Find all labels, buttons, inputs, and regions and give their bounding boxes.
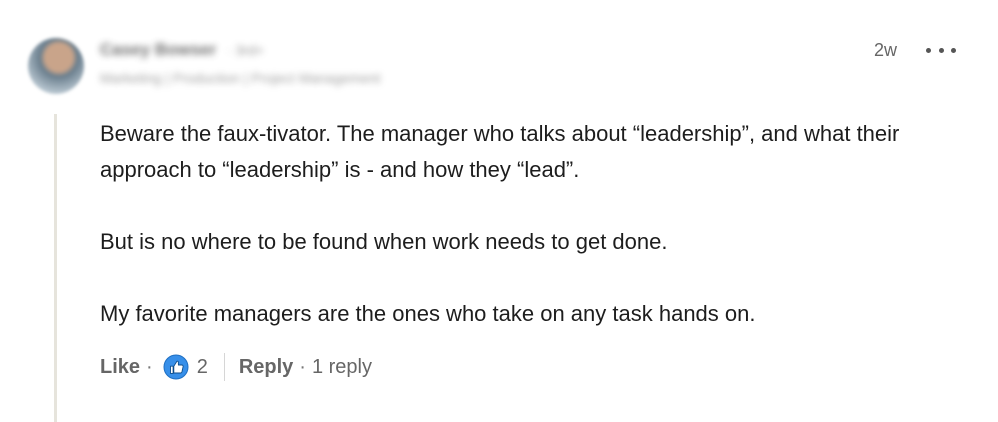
reply-button[interactable]: Reply [239,356,293,379]
separator: · [146,355,153,378]
comment-body: Beware the faux-tivator. The manager who… [100,116,980,332]
comment-paragraph: Beware the faux-tivator. The manager who… [100,121,900,182]
more-horizontal-icon [938,47,944,53]
author-name[interactable]: Casey Bowser [100,40,216,59]
timestamp: 2w [874,40,898,60]
connection-degree: · 3rd+ [226,42,264,58]
more-horizontal-icon [951,47,956,53]
thumbs-up-icon[interactable] [163,354,189,380]
author-name-row[interactable]: Casey Bowser · 3rd+ [100,40,380,60]
comment-paragraph: But is no where to be found when work ne… [100,229,668,254]
actions-divider [223,353,225,381]
like-button[interactable]: Like [100,356,140,379]
comment-paragraph: My favorite managers are the ones who ta… [100,301,756,326]
avatar[interactable] [28,38,84,94]
author-block: Casey Bowser · 3rd+ Marketing | Producti… [100,40,380,86]
author-headline: Marketing | Production | Project Managem… [100,70,381,86]
more-horizontal-icon [926,47,931,53]
thread-line [54,114,57,422]
comment-card: Casey Bowser · 3rd+ Marketing | Producti… [0,0,998,422]
reaction-count[interactable]: 2 [197,356,208,379]
more-options-button[interactable] [926,38,956,62]
comment-actions: Like · 2 Reply · 1 reply [100,352,372,382]
separator: · [299,355,306,378]
reply-count-link[interactable]: 1 reply [312,356,372,379]
